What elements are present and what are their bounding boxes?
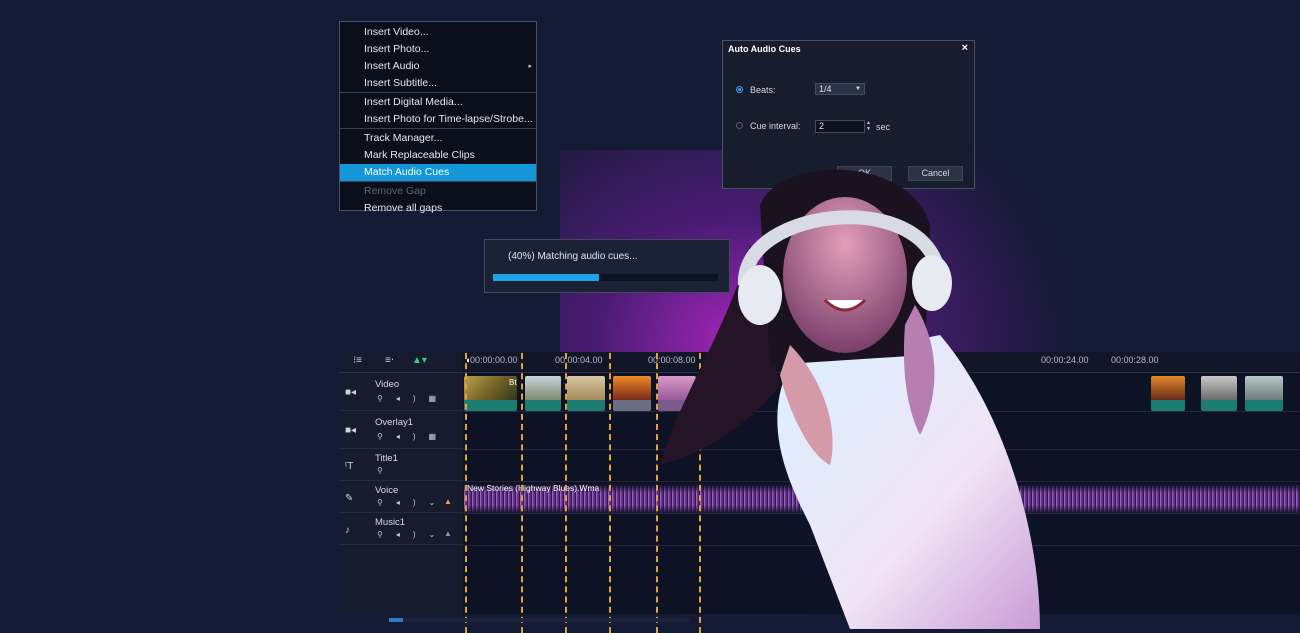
audio-cue-marker — [565, 353, 567, 633]
track-manager-icon[interactable]: ⁝≡ — [353, 355, 362, 366]
link-icon[interactable]: ⚲ — [377, 466, 396, 475]
video-clip[interactable] — [525, 376, 561, 411]
progress-text: (40%) Matching audio cues... — [508, 251, 638, 262]
cue-interval-label: Cue interval: — [750, 121, 801, 131]
chevron-down-icon: ▼ — [855, 86, 861, 92]
audio-cue-marker — [521, 353, 523, 633]
audio-cue-marker — [465, 353, 467, 633]
cue-interval-input[interactable]: 2 — [815, 120, 865, 133]
track-header-music1[interactable]: ♪ Music1 ⚲◂)⌄ ▲ — [339, 513, 463, 545]
dialog-title: Auto Audio Cues — [728, 44, 801, 54]
ruler-label: 00:00:04.00 — [555, 355, 603, 365]
ruler-label: 00:00:00.00 — [470, 355, 518, 365]
track-controls[interactable]: ⚲◂)⌄ — [377, 498, 448, 507]
menu-item-insert-audio[interactable]: Insert Audio ▸ — [340, 58, 536, 75]
menu-item-remove-gap: Remove Gap — [364, 185, 426, 197]
menu-item-insert-digital-media[interactable]: Insert Digital Media... — [340, 94, 536, 111]
video-clip[interactable] — [567, 376, 605, 411]
menu-item-insert-subtitle[interactable]: Insert Subtitle... — [340, 75, 536, 92]
title-icon: ᵗT — [345, 461, 354, 472]
video-camera-icon: ■◂ — [345, 425, 357, 436]
track-header-overlay1[interactable]: ■◂ Overlay1 ⚲◂)▦ — [339, 411, 463, 449]
warning-icon: ▲ — [444, 529, 452, 538]
stepper-down-icon[interactable]: ▼ — [866, 126, 873, 132]
close-icon[interactable]: × — [962, 42, 968, 54]
video-clip[interactable] — [1151, 376, 1185, 411]
beats-label: Beats: — [750, 85, 776, 95]
scroll-handle[interactable] — [389, 618, 403, 622]
menu-item-track-manager[interactable]: Track Manager... — [340, 130, 536, 147]
menu-separator — [340, 181, 536, 182]
video-clip[interactable]: Bt — [464, 376, 517, 411]
music-note-icon: ♪ — [345, 525, 350, 536]
context-menu: Insert Video... Insert Photo... Insert A… — [339, 21, 537, 214]
track-controls[interactable]: ⚲◂)▦ — [377, 432, 449, 441]
microphone-icon: ✎ — [345, 493, 354, 504]
audio-cue-marker — [609, 353, 611, 633]
ruler-label: 00:00:28.00 — [1111, 355, 1159, 365]
cue-interval-radio[interactable] — [736, 122, 743, 129]
video-clip[interactable] — [1201, 376, 1237, 411]
beats-radio[interactable] — [736, 86, 743, 93]
cue-interval-unit: sec — [876, 122, 891, 132]
menu-item-insert-video[interactable]: Insert Video... — [340, 24, 536, 41]
timeline-toolbar: ⁝≡ ≡‧ ▲▾ — [339, 352, 463, 373]
list-view-icon[interactable]: ≡‧ — [385, 355, 394, 366]
track-headers: ■◂ Video ⚲◂)▦ ■◂ Overlay1 ⚲◂)▦ ᵗT Title1… — [339, 373, 464, 614]
warning-icon: ▲ — [444, 497, 452, 506]
progress-fill — [493, 274, 599, 281]
track-controls[interactable]: ⚲◂)⌄ — [377, 530, 448, 539]
woman-with-headphones-image — [660, 169, 1040, 629]
menu-item-remove-all-gaps[interactable]: Remove all gaps — [340, 200, 536, 217]
add-track-icon[interactable]: ▲▾ — [412, 355, 427, 366]
menu-item-mark-replaceable-clips[interactable]: Mark Replaceable Clips — [340, 147, 536, 164]
video-camera-icon: ■◂ — [345, 387, 357, 398]
track-header-title1[interactable]: ᵗT Title1 ⚲ — [339, 449, 463, 481]
cue-interval-stepper[interactable]: ▲ ▼ — [866, 120, 873, 133]
track-header-video[interactable]: ■◂ Video ⚲◂)▦ — [339, 373, 463, 411]
track-header-voice[interactable]: ✎ Voice ⚲◂)⌄ ▲ — [339, 481, 463, 513]
track-controls[interactable]: ⚲◂)▦ — [377, 394, 449, 403]
menu-item-match-audio-cues[interactable]: Match Audio Cues — [340, 164, 536, 181]
menu-item-insert-photo[interactable]: Insert Photo... — [340, 41, 536, 58]
menu-separator — [340, 128, 536, 129]
submenu-arrow-icon: ▸ — [528, 63, 532, 70]
video-clip[interactable] — [1245, 376, 1283, 411]
menu-item-insert-photo-timelapse[interactable]: Insert Photo for Time-lapse/Strobe... — [340, 111, 536, 128]
voice-clip-label: New Stories (Highway Blues).Wma — [467, 483, 600, 493]
menu-separator — [340, 92, 536, 93]
beats-select[interactable]: 1/4 ▼ — [815, 83, 865, 95]
